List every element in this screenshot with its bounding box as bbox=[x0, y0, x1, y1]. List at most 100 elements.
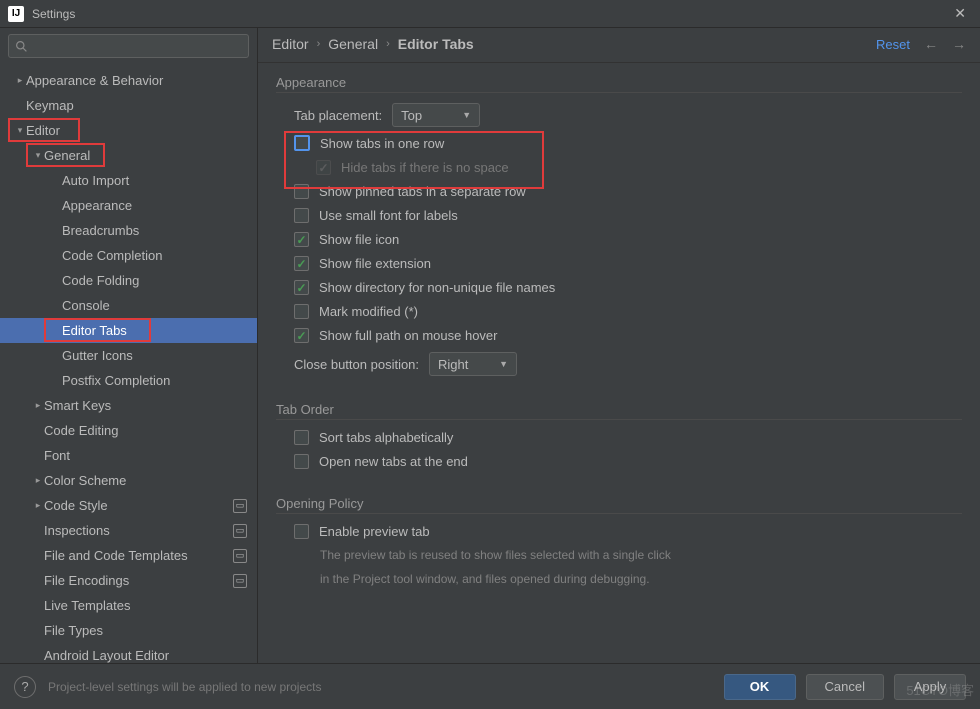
preview-desc-2: in the Project tool window, and files op… bbox=[276, 570, 962, 588]
breadcrumb-editor[interactable]: Editor bbox=[272, 36, 309, 52]
tree-item[interactable]: Font bbox=[0, 443, 257, 468]
forward-icon[interactable]: → bbox=[952, 36, 966, 52]
tree-item[interactable]: Color Scheme bbox=[0, 468, 257, 493]
tree-item[interactable]: Gutter Icons bbox=[0, 343, 257, 368]
content-header: Editor › General › Editor Tabs Reset ← → bbox=[258, 28, 980, 63]
reset-link[interactable]: Reset bbox=[876, 37, 910, 52]
row-show-one-row[interactable]: Show tabs in one row bbox=[276, 135, 962, 151]
row-show-pinned[interactable]: Show pinned tabs in a separate row bbox=[276, 184, 962, 199]
tree-item[interactable]: Inspections▭ bbox=[0, 518, 257, 543]
tree-arrow-icon[interactable] bbox=[32, 400, 44, 411]
tree-item-label: Appearance & Behavior bbox=[26, 73, 163, 88]
window-title: Settings bbox=[32, 7, 948, 21]
row-small-font[interactable]: Use small font for labels bbox=[276, 208, 962, 223]
tree-item-label: Postfix Completion bbox=[62, 373, 170, 388]
tree-arrow-icon[interactable] bbox=[32, 475, 44, 486]
dropdown-value: Top bbox=[401, 108, 422, 123]
tree-item[interactable]: Auto Import bbox=[0, 168, 257, 193]
row-file-icon[interactable]: Show file icon bbox=[276, 232, 962, 247]
checkbox-enable-preview[interactable] bbox=[294, 524, 309, 539]
tree-item[interactable]: Postfix Completion bbox=[0, 368, 257, 393]
sidebar: Appearance & Behavior Keymap Editor General… bbox=[0, 28, 258, 663]
checkbox-show-one-row[interactable] bbox=[294, 135, 310, 151]
search-row bbox=[0, 28, 257, 64]
row-open-end[interactable]: Open new tabs at the end bbox=[276, 454, 962, 469]
dropdown-close-btn-position[interactable]: Right ▼ bbox=[429, 352, 517, 376]
tree-item[interactable]: File Types bbox=[0, 618, 257, 643]
tree-item[interactable]: Code Style▭ bbox=[0, 493, 257, 518]
apply-button[interactable]: Apply bbox=[894, 674, 966, 700]
checkbox-small-font[interactable] bbox=[294, 208, 309, 223]
preview-desc-1: The preview tab is reused to show files … bbox=[276, 546, 962, 564]
row-dir-non-unique[interactable]: Show directory for non-unique file names bbox=[276, 280, 962, 295]
tree-arrow-icon[interactable] bbox=[14, 75, 26, 86]
tree-item[interactable]: Console bbox=[0, 293, 257, 318]
close-icon[interactable]: ✕ bbox=[948, 5, 972, 22]
label-enable-preview: Enable preview tab bbox=[319, 524, 430, 539]
dropdown-value: Right bbox=[438, 357, 468, 372]
tree-item[interactable]: General bbox=[0, 143, 257, 168]
tree-item[interactable]: Smart Keys bbox=[0, 393, 257, 418]
tree-item[interactable]: Live Templates bbox=[0, 593, 257, 618]
tree-item-label: Breadcrumbs bbox=[62, 223, 139, 238]
dropdown-tab-placement[interactable]: Top ▼ bbox=[392, 103, 480, 127]
tree-item[interactable]: Keymap bbox=[0, 93, 257, 118]
tree-item[interactable]: Editor Tabs bbox=[0, 318, 257, 343]
tree-item[interactable]: File Encodings▭ bbox=[0, 568, 257, 593]
tree-item[interactable]: Appearance bbox=[0, 193, 257, 218]
settings-tree[interactable]: Appearance & Behavior Keymap Editor General… bbox=[0, 64, 257, 663]
checkbox-mark-modified[interactable] bbox=[294, 304, 309, 319]
tree-item-label: General bbox=[44, 148, 90, 163]
tree-item-label: Auto Import bbox=[62, 173, 129, 188]
tree-item-label: Keymap bbox=[26, 98, 74, 113]
project-badge-icon: ▭ bbox=[233, 549, 247, 563]
project-badge-icon: ▭ bbox=[233, 499, 247, 513]
label-tab-placement: Tab placement: bbox=[294, 108, 382, 123]
tree-item-label: Code Editing bbox=[44, 423, 118, 438]
tree-arrow-icon[interactable] bbox=[32, 150, 44, 161]
tree-item[interactable]: Breadcrumbs bbox=[0, 218, 257, 243]
breadcrumb-general[interactable]: General bbox=[328, 36, 378, 52]
back-icon[interactable]: ← bbox=[924, 36, 938, 52]
tree-arrow-icon[interactable] bbox=[32, 500, 44, 511]
tree-item-label: Code Completion bbox=[62, 248, 162, 263]
label-file-ext: Show file extension bbox=[319, 256, 431, 271]
checkbox-show-pinned[interactable] bbox=[294, 184, 309, 199]
tree-item[interactable]: Code Editing bbox=[0, 418, 257, 443]
cancel-button[interactable]: Cancel bbox=[806, 674, 884, 700]
row-mark-modified[interactable]: Mark modified (*) bbox=[276, 304, 962, 319]
row-sort-alpha[interactable]: Sort tabs alphabetically bbox=[276, 430, 962, 445]
tree-item[interactable]: Android Layout Editor bbox=[0, 643, 257, 663]
row-tab-placement: Tab placement: Top ▼ bbox=[276, 103, 962, 127]
footer: ? Project-level settings will be applied… bbox=[0, 663, 980, 709]
tree-item[interactable]: Appearance & Behavior bbox=[0, 68, 257, 93]
tree-item-label: Gutter Icons bbox=[62, 348, 133, 363]
help-icon[interactable]: ? bbox=[14, 676, 36, 698]
tree-arrow-icon[interactable] bbox=[14, 125, 26, 136]
label-sort-alpha: Sort tabs alphabetically bbox=[319, 430, 453, 445]
tree-item[interactable]: Code Completion bbox=[0, 243, 257, 268]
row-file-ext[interactable]: Show file extension bbox=[276, 256, 962, 271]
tree-item-label: Font bbox=[44, 448, 70, 463]
checkbox-open-end[interactable] bbox=[294, 454, 309, 469]
search-input[interactable] bbox=[8, 34, 249, 58]
tree-item-label: Live Templates bbox=[44, 598, 130, 613]
project-badge-icon: ▭ bbox=[233, 524, 247, 538]
label-full-path-hover: Show full path on mouse hover bbox=[319, 328, 498, 343]
checkbox-full-path-hover[interactable] bbox=[294, 328, 309, 343]
checkbox-file-icon[interactable] bbox=[294, 232, 309, 247]
tree-item[interactable]: File and Code Templates▭ bbox=[0, 543, 257, 568]
tree-item-label: Editor bbox=[26, 123, 60, 138]
checkbox-dir-non-unique[interactable] bbox=[294, 280, 309, 295]
label-mark-modified: Mark modified (*) bbox=[319, 304, 418, 319]
checkbox-file-ext[interactable] bbox=[294, 256, 309, 271]
tree-item[interactable]: Code Folding bbox=[0, 268, 257, 293]
checkbox-sort-alpha[interactable] bbox=[294, 430, 309, 445]
label-open-end: Open new tabs at the end bbox=[319, 454, 468, 469]
row-enable-preview[interactable]: Enable preview tab bbox=[276, 524, 962, 539]
ok-button[interactable]: OK bbox=[724, 674, 796, 700]
app-icon: IJ bbox=[8, 6, 24, 22]
row-full-path-hover[interactable]: Show full path on mouse hover bbox=[276, 328, 962, 343]
tree-item-label: Editor Tabs bbox=[62, 323, 127, 338]
tree-item[interactable]: Editor bbox=[0, 118, 257, 143]
